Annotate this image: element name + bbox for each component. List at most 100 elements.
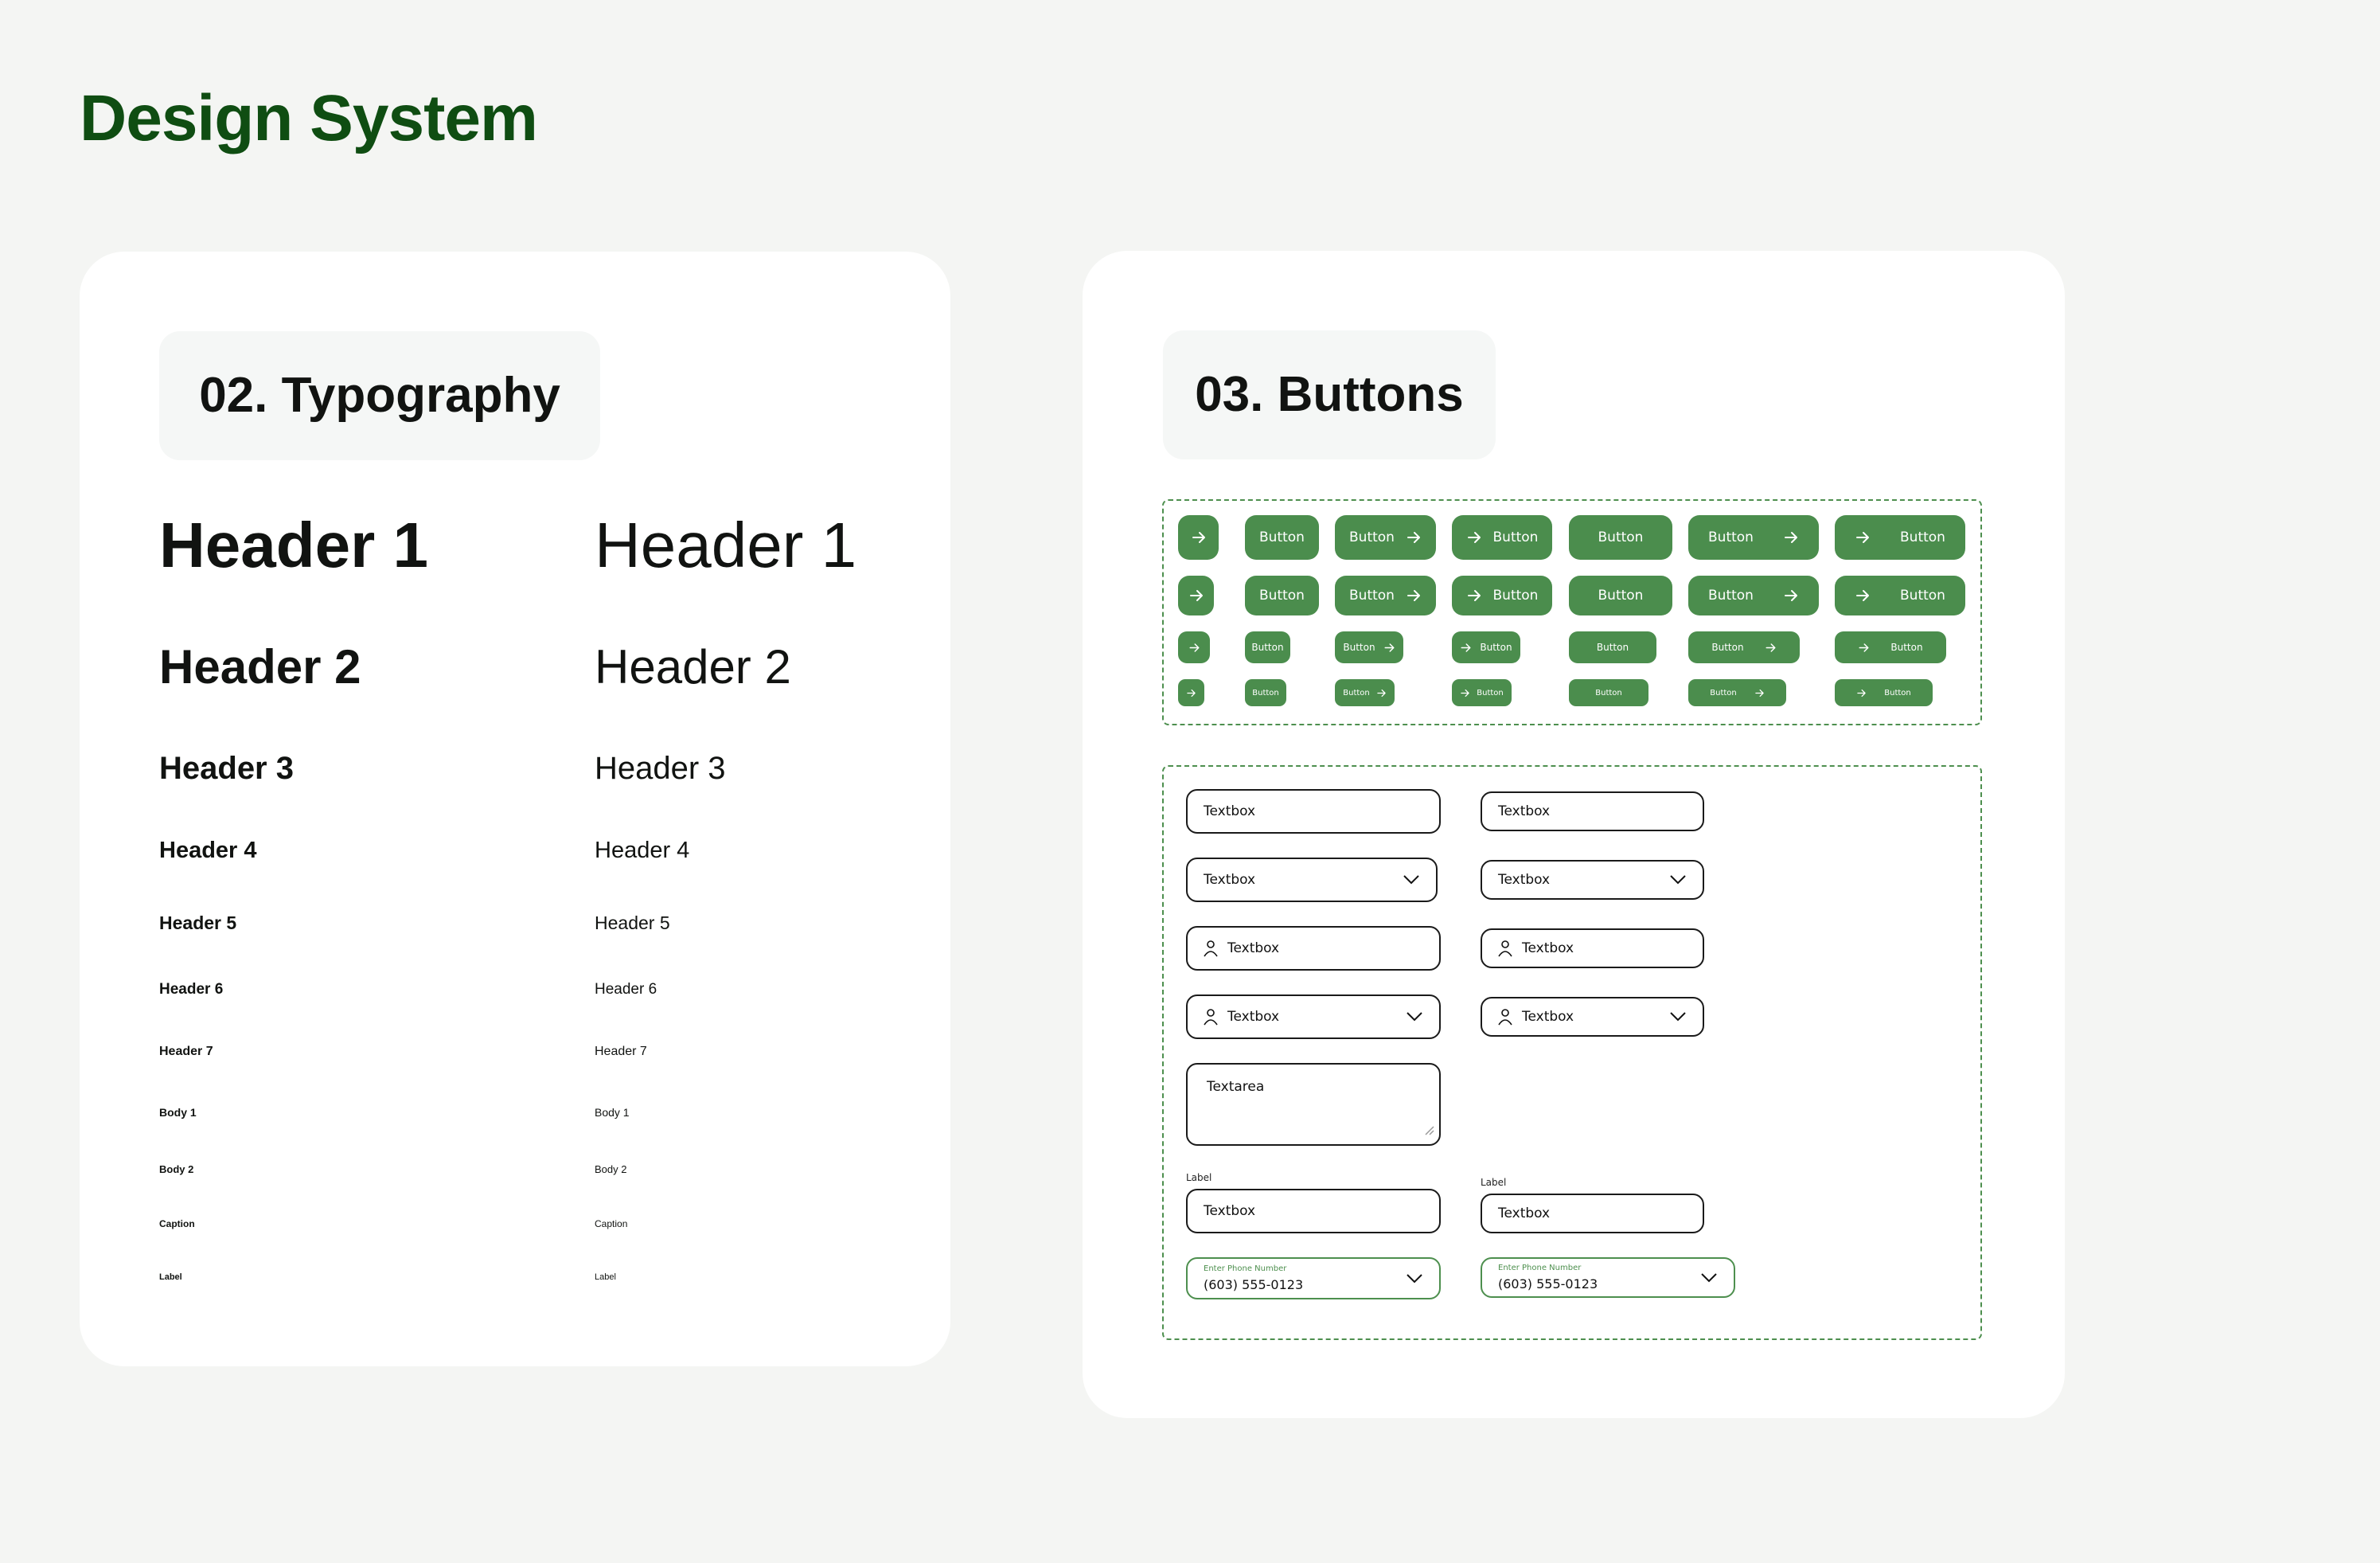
button-label: Button bbox=[1349, 588, 1395, 604]
button-label: Button bbox=[1259, 588, 1305, 604]
button-sm-label-trailing-icon-wide[interactable]: Button bbox=[1688, 679, 1786, 706]
button-label: Button bbox=[1884, 688, 1911, 697]
page-title: Design System bbox=[80, 82, 538, 154]
typography-section-title-text: 02. Typography bbox=[199, 368, 560, 423]
arrow-right-icon bbox=[1783, 529, 1799, 545]
typography-caption-bold: Caption bbox=[159, 1218, 195, 1229]
button-xl-leading-icon-label[interactable]: Button bbox=[1452, 515, 1552, 560]
button-lg-leading-icon-label[interactable]: Button bbox=[1452, 576, 1552, 615]
phone-placeholder-label: Enter Phone Number bbox=[1204, 1264, 1287, 1273]
chevron-down-icon bbox=[1406, 1011, 1423, 1022]
dropdown-value: Textbox bbox=[1522, 1009, 1574, 1025]
dropdown-with-user-icon-compact[interactable]: Textbox bbox=[1481, 997, 1704, 1037]
button-label: Button bbox=[1595, 688, 1622, 697]
button-md-icon-only[interactable] bbox=[1178, 631, 1210, 663]
arrow-right-icon bbox=[1466, 529, 1482, 545]
arrow-right-icon bbox=[1855, 588, 1871, 604]
textbox-value: Textbox bbox=[1204, 803, 1256, 819]
user-icon bbox=[1498, 1008, 1512, 1026]
chevron-down-icon bbox=[1669, 1011, 1687, 1022]
button-sm-leading-icon-label-wide[interactable]: Button bbox=[1835, 679, 1933, 706]
arrow-right-icon bbox=[1460, 642, 1472, 654]
button-lg-label-trailing-icon[interactable]: Button bbox=[1335, 576, 1436, 615]
arrow-right-icon bbox=[1188, 642, 1200, 654]
button-label: Button bbox=[1492, 588, 1539, 604]
phone-value: (603) 555-0123 bbox=[1498, 1276, 1598, 1291]
button-label: Button bbox=[1343, 688, 1370, 697]
arrow-right-icon bbox=[1383, 642, 1395, 654]
button-label: Button bbox=[1598, 588, 1644, 604]
button-md-leading-icon-label-wide[interactable]: Button bbox=[1835, 631, 1946, 663]
textbox-value: Textbox bbox=[1204, 1203, 1256, 1219]
phone-placeholder-label: Enter Phone Number bbox=[1498, 1264, 1582, 1272]
textbox-input[interactable]: Textbox bbox=[1186, 789, 1441, 834]
button-xl-icon-only[interactable] bbox=[1178, 515, 1219, 560]
button-lg-label-trailing-icon-wide[interactable]: Button bbox=[1688, 576, 1819, 615]
typography-header-6-regular: Header 6 bbox=[595, 981, 657, 998]
textbox-dropdown[interactable]: Textbox bbox=[1186, 858, 1438, 902]
button-xl-label-trailing-icon-wide[interactable]: Button bbox=[1688, 515, 1819, 560]
button-sm-label-wide[interactable]: Button bbox=[1569, 679, 1648, 706]
button-sm-label-trailing-icon[interactable]: Button bbox=[1335, 679, 1395, 706]
button-label: Button bbox=[1900, 588, 1945, 604]
button-label: Button bbox=[1480, 642, 1512, 653]
arrow-right-icon bbox=[1855, 529, 1871, 545]
resize-handle-icon[interactable] bbox=[1425, 1123, 1434, 1139]
textbox-with-user-icon-compact[interactable]: Textbox bbox=[1481, 928, 1704, 968]
chevron-down-icon bbox=[1700, 1272, 1718, 1284]
field-label: Label bbox=[1481, 1177, 1507, 1188]
typography-header-2-regular: Header 2 bbox=[595, 640, 791, 694]
phone-number-dropdown-compact[interactable]: Enter Phone Number (603) 555-0123 bbox=[1481, 1257, 1735, 1298]
button-label: Button bbox=[1251, 642, 1284, 653]
textarea[interactable]: Textarea bbox=[1186, 1063, 1441, 1146]
textbox-value: Textbox bbox=[1227, 940, 1280, 956]
typography-label-bold: Label bbox=[159, 1272, 182, 1282]
typography-header-6-bold: Header 6 bbox=[159, 981, 224, 998]
button-md-label[interactable]: Button bbox=[1245, 631, 1290, 663]
typography-body-2-regular: Body 2 bbox=[595, 1163, 627, 1175]
arrow-right-icon bbox=[1406, 529, 1422, 545]
typography-header-7-bold: Header 7 bbox=[159, 1045, 213, 1058]
button-label: Button bbox=[1477, 688, 1504, 697]
phone-number-dropdown[interactable]: Enter Phone Number (603) 555-0123 bbox=[1186, 1257, 1441, 1299]
typography-header-3-bold: Header 3 bbox=[159, 751, 294, 786]
button-md-label-wide[interactable]: Button bbox=[1569, 631, 1656, 663]
button-xl-leading-icon-label-wide[interactable]: Button bbox=[1835, 515, 1965, 560]
button-lg-icon-only[interactable] bbox=[1178, 576, 1214, 615]
typography-caption-regular: Caption bbox=[595, 1218, 628, 1229]
arrow-right-icon bbox=[1858, 642, 1870, 654]
button-md-leading-icon-label[interactable]: Button bbox=[1452, 631, 1520, 663]
textbox-dropdown-compact[interactable]: Textbox bbox=[1481, 860, 1704, 900]
arrow-right-icon bbox=[1186, 688, 1196, 698]
button-label: Button bbox=[1252, 688, 1279, 697]
labeled-textbox-input-compact[interactable]: Textbox bbox=[1481, 1194, 1704, 1233]
button-xl-label-trailing-icon[interactable]: Button bbox=[1335, 515, 1436, 560]
button-sm-label[interactable]: Button bbox=[1245, 679, 1286, 706]
arrow-right-icon bbox=[1406, 588, 1422, 604]
buttons-section-title-text: 03. Buttons bbox=[1195, 367, 1464, 422]
typography-header-1-bold: Header 1 bbox=[159, 510, 428, 580]
dropdown-value: Textbox bbox=[1227, 1009, 1280, 1025]
button-md-label-trailing-icon[interactable]: Button bbox=[1335, 631, 1403, 663]
button-lg-label[interactable]: Button bbox=[1245, 576, 1319, 615]
typography-header-7-regular: Header 7 bbox=[595, 1045, 647, 1058]
labeled-textbox-input[interactable]: Textbox bbox=[1186, 1189, 1441, 1233]
button-lg-leading-icon-label-wide[interactable]: Button bbox=[1835, 576, 1965, 615]
arrow-right-icon bbox=[1376, 688, 1387, 698]
button-label: Button bbox=[1708, 588, 1754, 604]
button-xl-label[interactable]: Button bbox=[1245, 515, 1319, 560]
textbox-value: Textbox bbox=[1498, 803, 1551, 819]
button-label: Button bbox=[1259, 529, 1305, 545]
typography-body-1-bold: Body 1 bbox=[159, 1106, 197, 1119]
typography-section-title: 02. Typography bbox=[159, 331, 600, 460]
textbox-input-compact[interactable]: Textbox bbox=[1481, 791, 1704, 831]
buttons-section-title: 03. Buttons bbox=[1163, 330, 1496, 459]
textbox-with-user-icon[interactable]: Textbox bbox=[1186, 926, 1441, 971]
button-lg-label-wide[interactable]: Button bbox=[1569, 576, 1672, 615]
typography-header-4-regular: Header 4 bbox=[595, 838, 690, 863]
button-xl-label-wide[interactable]: Button bbox=[1569, 515, 1672, 560]
button-sm-leading-icon-label[interactable]: Button bbox=[1452, 679, 1512, 706]
button-md-label-trailing-icon-wide[interactable]: Button bbox=[1688, 631, 1800, 663]
button-sm-icon-only[interactable] bbox=[1178, 679, 1204, 706]
dropdown-with-user-icon[interactable]: Textbox bbox=[1186, 994, 1441, 1039]
